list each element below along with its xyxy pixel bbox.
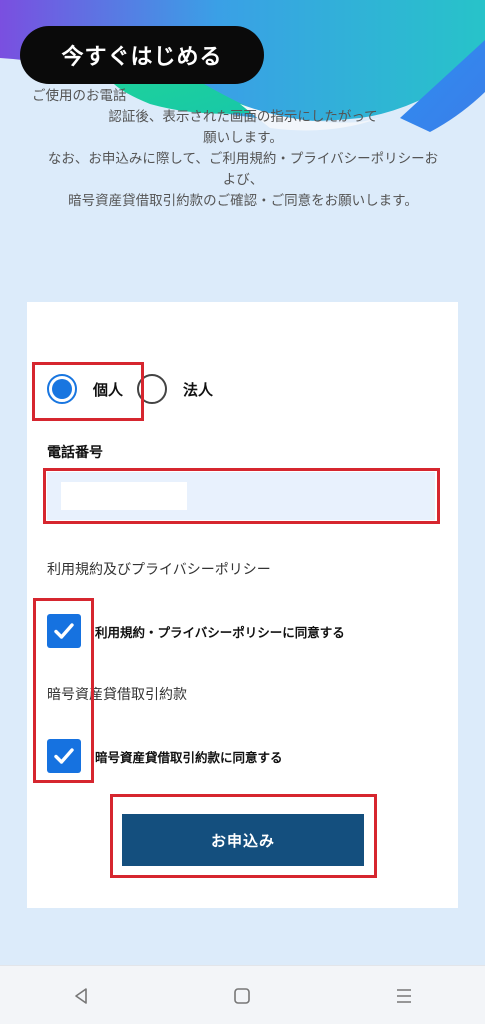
checkmark-icon bbox=[54, 748, 74, 764]
radio-corporate[interactable]: 法人 bbox=[137, 374, 213, 404]
account-type-radio-group: 個人 法人 bbox=[47, 374, 213, 404]
phone-label: 電話番号 bbox=[47, 445, 103, 461]
back-icon bbox=[75, 987, 87, 1004]
radio-individual-label: 個人 bbox=[93, 380, 124, 399]
intro-line-2: 認証後、表示された画面の指示にしたがって bbox=[108, 109, 378, 125]
menu-icon bbox=[397, 988, 412, 1003]
recents-button[interactable] bbox=[374, 976, 434, 1016]
lending-section-label: 暗号資産貸借取引約款 bbox=[47, 687, 187, 703]
intro-line-6: 暗号資産貸借取引約款のご確認・ご同意をお願いします。 bbox=[68, 193, 418, 209]
screen: 今すぐはじめる ご使用のお電話 認証後、表示された画面の指示にしたがって 願いし… bbox=[0, 0, 485, 1024]
terms-checkbox-row[interactable]: 利用規約・プライバシーポリシーに同意する bbox=[47, 614, 345, 648]
radio-corporate-label: 法人 bbox=[183, 380, 214, 399]
lending-checkbox[interactable] bbox=[47, 739, 81, 773]
terms-checkbox[interactable] bbox=[47, 614, 81, 648]
start-now-button[interactable]: 今すぐはじめる bbox=[20, 26, 264, 84]
intro-line-3: 願いします。 bbox=[203, 130, 283, 146]
lending-checkbox-label: 暗号資産貸借取引約款に同意する bbox=[95, 749, 283, 765]
lending-checkbox-row[interactable]: 暗号資産貸借取引約款に同意する bbox=[47, 739, 283, 773]
home-icon bbox=[234, 987, 251, 1004]
checkmark-icon bbox=[54, 623, 74, 639]
submit-button[interactable]: お申込み bbox=[122, 814, 364, 866]
intro-line-4: なお、お申込みに際して、ご利用規約・プライバシーポリシーお bbox=[47, 151, 439, 167]
radio-individual[interactable]: 個人 bbox=[47, 374, 123, 404]
back-button[interactable] bbox=[51, 976, 111, 1016]
terms-checkbox-label: 利用規約・プライバシーポリシーに同意する bbox=[95, 624, 345, 640]
application-form-card: 個人 法人 電話番号 利用規約及びプライバシーポリシー 利用規約・プライバシーポ… bbox=[27, 302, 458, 908]
radio-individual-circle[interactable] bbox=[47, 374, 77, 404]
intro-line-1: ご使用のお電話 bbox=[32, 88, 127, 104]
phone-value-mask bbox=[61, 482, 187, 510]
home-button[interactable] bbox=[212, 976, 272, 1016]
intro-line-5: よび、 bbox=[222, 172, 264, 188]
system-navigation-bar bbox=[0, 965, 485, 1024]
intro-text: ご使用のお電話 認証後、表示された画面の指示にしたがって 願いします。 なお、お… bbox=[22, 86, 464, 212]
radio-corporate-circle[interactable] bbox=[137, 374, 168, 404]
terms-section-label: 利用規約及びプライバシーポリシー bbox=[47, 562, 271, 578]
